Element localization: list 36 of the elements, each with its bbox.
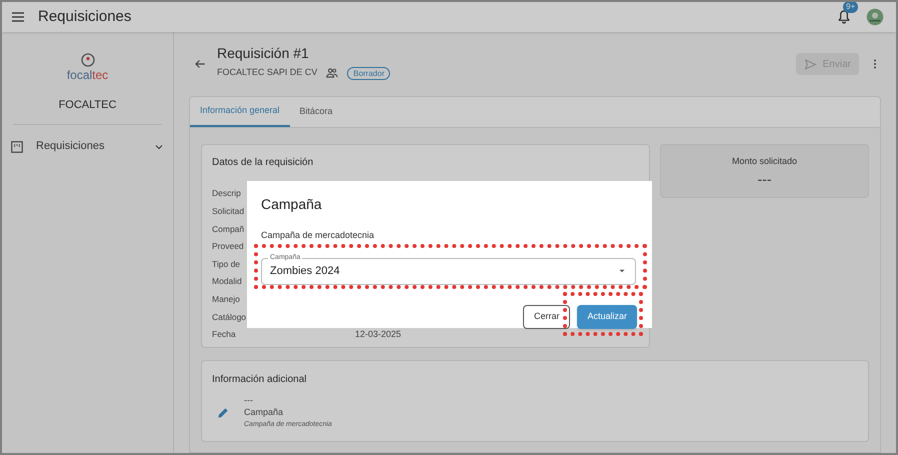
company-name: FOCALTEC <box>58 98 118 113</box>
field-label: Campaña <box>244 406 284 419</box>
field-label: Proveed <box>212 240 244 253</box>
avatar-icon <box>866 8 884 26</box>
tab[interactable]: Bitácora <box>290 97 343 127</box>
dialog-title: Campaña <box>261 195 323 214</box>
field-label: Catálogo <box>212 310 246 324</box>
update-button[interactable]: Actualizar <box>577 304 637 328</box>
field-label: Solicitad <box>212 205 244 218</box>
dialog-subtitle: Campaña de mercadotecnia <box>261 229 376 242</box>
logo-icon <box>80 52 96 68</box>
field-label: Descrip <box>212 187 241 200</box>
status-badge: Borrador <box>347 66 390 80</box>
card-title: Información adicional <box>212 373 308 387</box>
close-button[interactable]: Cerrar <box>522 304 570 328</box>
notification-badge: 9+ <box>843 2 858 13</box>
sidebar-item[interactable]: Requisiciones <box>2 134 173 158</box>
company-label: FOCALTEC SAPI DE CV <box>217 66 318 80</box>
card-title: Datos de la requisición <box>212 156 314 170</box>
field-value: --- <box>244 395 254 406</box>
pencil-icon[interactable] <box>216 406 230 420</box>
field-label: Tipo de <box>212 258 240 271</box>
people-icon <box>325 66 340 80</box>
send-icon <box>804 58 817 70</box>
amount-value: --- <box>758 170 772 186</box>
bell-icon <box>836 9 852 25</box>
amount-label: Monto solicitado <box>732 155 798 168</box>
field-label: Fecha <box>212 328 236 341</box>
field-label: Compañ <box>212 222 244 236</box>
page-title: Requisición #1 <box>217 44 310 62</box>
app-title: Requisiciones <box>38 6 132 27</box>
field-label: Manejo <box>212 292 240 306</box>
company-logo: focaltec <box>2 52 173 82</box>
field-label: Modalid <box>212 275 242 288</box>
field-value: 12-03-2025 <box>355 328 402 341</box>
board-icon <box>10 140 24 154</box>
